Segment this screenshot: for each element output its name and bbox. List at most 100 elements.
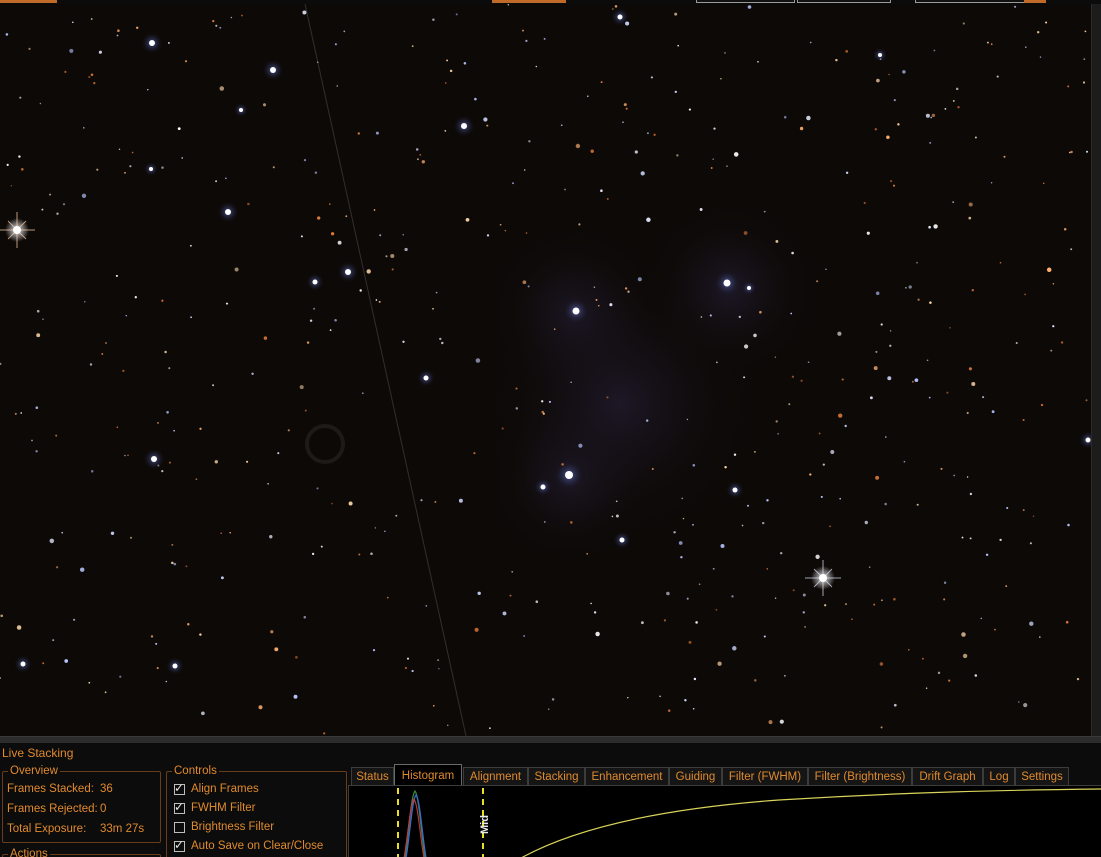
star — [933, 224, 938, 229]
star — [110, 531, 115, 536]
tab-filter-fwhm[interactable]: Filter (FWHM) — [722, 767, 808, 786]
star — [28, 47, 31, 51]
star — [835, 58, 838, 62]
toolbar-field-3[interactable] — [915, 0, 1025, 3]
toolbar-orange-tab-center[interactable] — [492, 0, 566, 3]
frames-rejected-label: Frames Rejected: — [7, 803, 98, 815]
auto-save-checkbox[interactable]: ✓ — [174, 838, 185, 852]
align-frames-label: Align Frames — [191, 783, 259, 795]
checkbox-tick-icon: ✓ — [174, 838, 185, 852]
star — [863, 201, 866, 205]
star — [715, 608, 718, 611]
tab-stacking[interactable]: Stacking — [528, 767, 585, 786]
toolbar-orange-tab-left[interactable] — [0, 0, 57, 3]
star — [864, 520, 868, 525]
toolbar-orange-tab-right[interactable] — [1024, 0, 1046, 3]
star — [686, 597, 689, 600]
tab-settings[interactable]: Settings — [1015, 767, 1069, 786]
star — [98, 50, 102, 54]
star — [980, 617, 983, 620]
star — [361, 392, 364, 395]
tab-filter-brightness[interactable]: Filter (Brightness) — [808, 767, 912, 786]
star — [974, 136, 977, 139]
star — [118, 148, 121, 150]
star — [791, 251, 794, 255]
star — [887, 376, 892, 381]
bright-star — [270, 67, 276, 73]
histogram-plot[interactable]: Mid — [348, 785, 1101, 857]
star — [775, 239, 779, 243]
star — [637, 277, 642, 282]
tab-drift-graph[interactable]: Drift Graph — [912, 767, 983, 786]
star — [446, 59, 449, 62]
star — [1003, 155, 1006, 158]
tab-histogram[interactable]: Histogram — [394, 764, 462, 786]
star — [523, 169, 526, 171]
star — [212, 19, 215, 23]
image-horizontal-scrollbar[interactable] — [0, 736, 1101, 743]
star — [678, 541, 683, 545]
star — [830, 450, 835, 454]
star — [225, 302, 229, 305]
star — [336, 85, 338, 87]
star — [875, 475, 880, 480]
star — [306, 341, 310, 344]
star — [90, 470, 94, 473]
star — [220, 576, 224, 580]
star — [746, 504, 750, 507]
star — [578, 443, 583, 448]
star — [551, 698, 555, 701]
tab-alignment[interactable]: Alignment — [463, 767, 528, 786]
star — [117, 29, 120, 32]
star — [523, 635, 525, 637]
star — [851, 618, 853, 621]
star — [31, 439, 33, 442]
star — [897, 123, 900, 126]
star — [528, 140, 531, 143]
star — [263, 336, 268, 340]
tab-log[interactable]: Log — [983, 767, 1015, 786]
star — [646, 217, 651, 223]
tab-enhancement[interactable]: Enhancement — [585, 767, 669, 786]
star — [615, 500, 618, 503]
star — [869, 396, 873, 400]
star — [190, 244, 192, 247]
star — [488, 727, 491, 730]
tab-status[interactable]: Status — [351, 767, 394, 786]
star — [161, 299, 164, 302]
fwhm-filter-checkbox[interactable]: ✓ — [174, 800, 185, 814]
star — [317, 216, 321, 220]
star — [463, 62, 467, 65]
histogram-graph — [397, 788, 1101, 857]
star — [688, 108, 691, 111]
star — [432, 704, 435, 707]
tab-guiding[interactable]: Guiding — [669, 767, 722, 786]
star — [187, 622, 190, 626]
star — [712, 158, 714, 160]
total-exposure-value: 33m 27s — [100, 823, 145, 835]
star — [525, 39, 528, 43]
toolbar-field-1[interactable] — [696, 0, 795, 3]
star — [974, 674, 978, 677]
image-vertical-scrollbar[interactable] — [1091, 4, 1101, 736]
stacked-image-viewport[interactable] — [0, 4, 1091, 736]
star — [88, 681, 91, 684]
star — [504, 229, 507, 232]
star — [1052, 325, 1055, 328]
align-frames-checkbox[interactable]: ✓ — [174, 781, 185, 795]
brightness-filter-checkbox[interactable] — [174, 822, 185, 833]
star — [303, 158, 307, 162]
star — [41, 208, 44, 211]
star — [348, 501, 353, 506]
toolbar-field-2[interactable] — [797, 0, 891, 3]
star — [541, 400, 544, 403]
star — [131, 151, 134, 154]
star — [791, 375, 795, 378]
star — [411, 669, 414, 673]
star — [404, 666, 408, 670]
frames-rejected-value: 0 — [100, 803, 107, 815]
star — [779, 551, 783, 555]
star — [922, 657, 924, 660]
star — [161, 469, 164, 473]
star — [720, 544, 725, 548]
